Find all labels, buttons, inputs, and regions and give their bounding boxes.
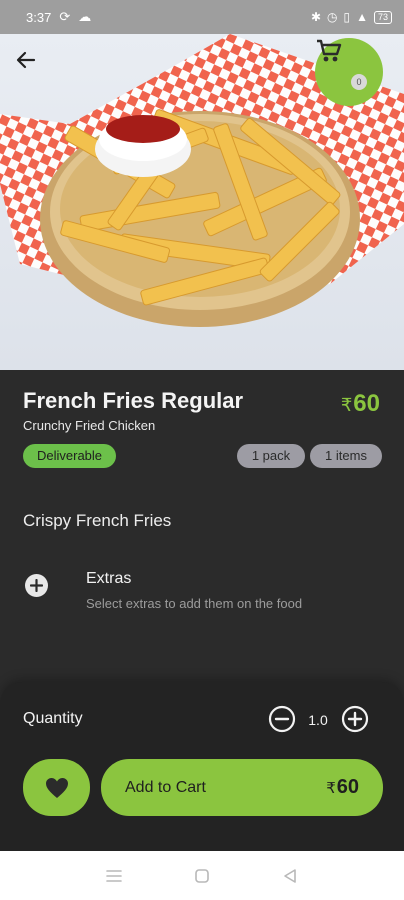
status-bar: 3:37 ⟳ ☁ ✱ ◷ ▯ ▲ 73 bbox=[0, 0, 404, 34]
minus-circle-icon bbox=[268, 705, 296, 733]
cart-button[interactable]: 0 bbox=[315, 38, 383, 106]
add-to-cart-button[interactable]: Add to Cart ₹60 bbox=[101, 759, 383, 816]
add-circle-icon bbox=[30, 579, 43, 592]
system-back-button[interactable] bbox=[278, 864, 302, 888]
product-price: ₹60 bbox=[341, 390, 380, 418]
bluetooth-icon: ✱ bbox=[310, 10, 321, 24]
signal-icon: ▲ bbox=[356, 10, 368, 24]
recents-button[interactable] bbox=[102, 864, 126, 888]
back-arrow-icon bbox=[16, 51, 36, 69]
system-nav-bar bbox=[0, 851, 404, 900]
quantity-value: 1.0 bbox=[308, 712, 328, 728]
deliverable-badge: Deliverable bbox=[23, 444, 117, 468]
battery-indicator: 73 bbox=[373, 10, 392, 24]
add-extras-button[interactable] bbox=[25, 574, 48, 597]
status-time: 3:37 bbox=[26, 9, 52, 25]
increase-quantity-button[interactable] bbox=[341, 705, 369, 733]
home-button[interactable] bbox=[190, 864, 214, 888]
product-name: French Fries Regular bbox=[23, 388, 244, 413]
extras-title: Extras bbox=[86, 570, 132, 587]
items-chip: 1 items bbox=[310, 444, 382, 468]
cart-count-badge: 0 bbox=[351, 74, 367, 90]
favorite-button[interactable] bbox=[23, 759, 90, 816]
cart-icon bbox=[317, 39, 342, 62]
product-details: French Fries Regular Crunchy Fried Chick… bbox=[0, 370, 404, 682]
decrease-quantity-button[interactable] bbox=[268, 705, 296, 733]
currency-symbol: ₹ bbox=[340, 395, 353, 415]
heart-icon bbox=[45, 777, 68, 798]
vibrate-icon: ▯ bbox=[343, 10, 351, 24]
extras-hint: Select extras to add them on the food bbox=[86, 596, 303, 611]
pack-chip: 1 pack bbox=[237, 444, 305, 468]
cart-total-value: 60 bbox=[336, 776, 359, 798]
home-icon bbox=[195, 868, 209, 883]
back-icon bbox=[284, 868, 296, 883]
plus-circle-icon bbox=[341, 705, 369, 733]
order-panel: Quantity 1.0 Add to Cart ₹60 bbox=[0, 682, 404, 851]
product-subtitle: Crunchy Fried Chicken bbox=[23, 418, 156, 433]
currency-symbol: ₹ bbox=[326, 780, 336, 797]
quantity-label: Quantity bbox=[23, 710, 83, 727]
alarm-icon: ◷ bbox=[327, 10, 338, 24]
add-to-cart-label: Add to Cart bbox=[125, 778, 206, 796]
menu-icon bbox=[106, 869, 122, 882]
cloud-icon: ☁ bbox=[78, 9, 92, 24]
product-image: 0 bbox=[0, 34, 404, 370]
sync-icon: ⟳ bbox=[59, 9, 71, 24]
back-button[interactable] bbox=[16, 50, 48, 82]
price-value: 60 bbox=[353, 390, 380, 417]
cart-total: ₹60 bbox=[326, 776, 359, 799]
product-description: Crispy French Fries bbox=[23, 511, 172, 530]
